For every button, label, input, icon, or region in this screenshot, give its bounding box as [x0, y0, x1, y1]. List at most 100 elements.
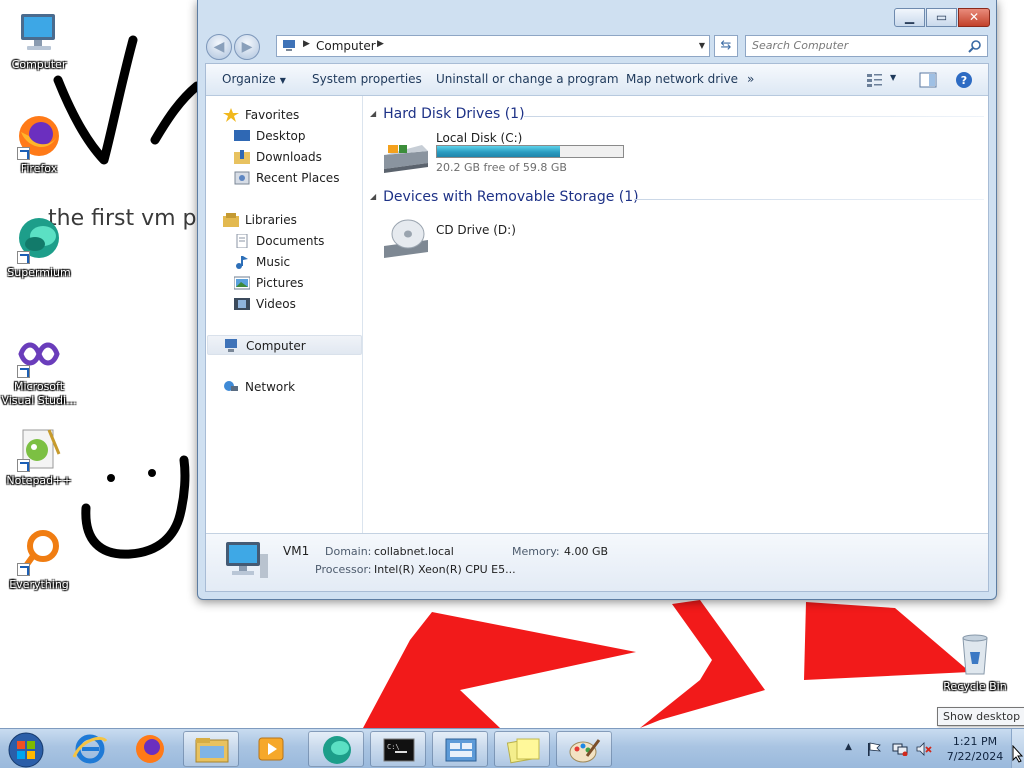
taskbar-internet-explorer[interactable]	[62, 731, 118, 767]
back-button[interactable]: ◀	[206, 34, 232, 60]
content-pane: ◢ Hard Disk Drives (1) Local Disk (C:) 20…	[364, 96, 988, 533]
taskbar-sticky-notes[interactable]	[494, 731, 550, 767]
shortcut-arrow-icon	[17, 251, 30, 264]
taskbar-firefox[interactable]	[122, 731, 178, 767]
drive-d[interactable]: CD Drive (D:)	[382, 214, 602, 262]
clock[interactable]: 1:21 PM 7/22/2024	[944, 734, 1006, 764]
search-box[interactable]	[745, 35, 988, 57]
group-title: Hard Disk Drives (1)	[383, 106, 525, 122]
nav-music[interactable]: Music	[234, 252, 372, 272]
show-desktop-tooltip: Show desktop	[937, 707, 1024, 726]
shortcut-arrow-icon	[17, 563, 30, 576]
chevron-down-icon[interactable]: ▼	[890, 73, 896, 82]
star-icon	[223, 108, 239, 122]
taskbar-paint[interactable]	[556, 731, 612, 767]
collapse-triangle-icon: ◢	[370, 192, 377, 201]
nav-label: Music	[256, 255, 291, 269]
nav-pictures[interactable]: Pictures	[234, 273, 372, 293]
change-view-icon[interactable]	[866, 71, 884, 89]
drive-c[interactable]: Local Disk (C:) 20.2 GB free of 59.8 GB	[382, 131, 642, 179]
close-button[interactable]: ✕	[958, 8, 990, 27]
taskbar-media-player[interactable]	[243, 731, 299, 767]
network-icon	[224, 381, 238, 391]
drive-d-name: CD Drive (D:)	[436, 223, 516, 237]
network-status-icon[interactable]	[892, 742, 908, 756]
taskbar-control-panel[interactable]	[432, 731, 488, 767]
address-bar[interactable]: ▶ Computer ▶ ▼	[276, 35, 710, 57]
nav-videos[interactable]: Videos	[234, 294, 372, 314]
taskbar-command-prompt[interactable]: C:\	[370, 731, 426, 767]
breadcrumb-arrow-icon[interactable]: ▶	[303, 39, 310, 49]
more-commands-button[interactable]: »	[747, 72, 754, 86]
nav-computer[interactable]: Computer	[207, 335, 362, 355]
maximize-button[interactable]: ▭	[926, 8, 957, 27]
help-icon[interactable]: ?	[955, 71, 973, 89]
chevron-down-icon[interactable]: ▼	[699, 41, 705, 50]
group-hard-disk-drives[interactable]: ◢ Hard Disk Drives (1)	[370, 106, 525, 122]
nav-label: Documents	[256, 234, 325, 248]
firefox-icon	[136, 735, 164, 763]
taskbar-windows-explorer[interactable]	[183, 731, 239, 767]
nav-favorites[interactable]: Favorites	[223, 105, 361, 125]
collapse-triangle-icon: ◢	[370, 109, 377, 118]
nav-downloads[interactable]: Downloads	[234, 147, 372, 167]
action-center-flag-icon[interactable]	[866, 742, 882, 756]
libraries-icon	[223, 213, 239, 227]
desktop-icon-notepadpp[interactable]: Notepad++	[0, 424, 78, 488]
drive-c-free-space: 20.2 GB free of 59.8 GB	[436, 161, 567, 174]
drive-c-name: Local Disk (C:)	[436, 131, 523, 145]
processor-label: Processor:	[315, 563, 372, 576]
smiley-eye	[107, 474, 115, 482]
nav-libraries[interactable]: Libraries	[223, 210, 361, 230]
desktop-icon-everything[interactable]: Everything	[0, 528, 78, 592]
shortcut-arrow-icon	[17, 365, 30, 378]
music-icon	[236, 256, 248, 269]
search-input[interactable]	[752, 39, 952, 52]
back-arrow-icon: ◀	[213, 39, 225, 55]
shortcut-arrow-icon	[17, 147, 30, 160]
documents-icon	[236, 234, 248, 248]
nav-network[interactable]: Network	[223, 377, 361, 397]
breadcrumb-computer[interactable]: Computer	[316, 39, 376, 53]
uninstall-program-button[interactable]: Uninstall or change a program	[436, 72, 619, 86]
pictures-icon	[234, 276, 250, 290]
desktop-icon	[234, 130, 250, 141]
computer-icon	[225, 339, 237, 352]
nav-label: Desktop	[256, 129, 306, 143]
visual-studio-icon	[15, 330, 63, 378]
nav-label: Downloads	[256, 150, 322, 164]
desktop-icon-recycle-bin[interactable]: Recycle Bin	[936, 630, 1014, 694]
computer-icon	[15, 8, 63, 56]
search-icon[interactable]	[968, 39, 982, 53]
explorer-window: ▁ ▭ ✕ ◀ ▶ ▶ Computer ▶ ▼ ⇆ Organize▼ Sys…	[197, 0, 997, 600]
memory-value: 4.00 GB	[564, 545, 609, 558]
nav-recent-places[interactable]: Recent Places	[234, 168, 372, 188]
show-hidden-icons-button[interactable]: ▲	[845, 742, 861, 756]
desktop-icon-supermium[interactable]: Supermium	[0, 216, 78, 280]
map-network-drive-button[interactable]: Map network drive	[626, 72, 738, 86]
navigation-pane: Favorites Desktop Downloads Recent Place…	[206, 96, 363, 533]
nav-documents[interactable]: Documents	[234, 231, 372, 251]
caption-buttons: ▁ ▭ ✕	[894, 8, 990, 27]
desktop-icon-label: Recycle Bin	[943, 680, 1007, 693]
desktop-icon-computer[interactable]: Computer	[0, 8, 78, 72]
group-removable-storage[interactable]: ◢ Devices with Removable Storage (1)	[370, 189, 639, 205]
taskbar-supermium[interactable]	[308, 731, 364, 767]
breadcrumb-arrow-icon[interactable]: ▶	[377, 39, 384, 49]
desktop-icon-label: Notepad++	[6, 474, 72, 487]
desktop-icon-firefox[interactable]: Firefox	[0, 112, 78, 176]
nav-desktop[interactable]: Desktop	[234, 126, 372, 146]
system-properties-button[interactable]: System properties	[312, 72, 422, 86]
minimize-button[interactable]: ▁	[894, 8, 925, 27]
computer-icon	[283, 40, 295, 51]
folder-icon	[195, 738, 229, 763]
preview-pane-icon[interactable]	[919, 71, 937, 89]
desktop-icon-visual-studio[interactable]: Microsoft Visual Studi...	[0, 330, 78, 408]
organize-button[interactable]: Organize ▼	[222, 72, 286, 86]
forward-button[interactable]: ▶	[234, 34, 260, 60]
volume-muted-icon[interactable]	[916, 742, 932, 756]
clock-time: 1:21 PM	[952, 735, 998, 748]
refresh-button[interactable]: ⇆	[714, 35, 738, 57]
start-button[interactable]	[4, 731, 48, 768]
close-icon: ✕	[968, 10, 980, 24]
